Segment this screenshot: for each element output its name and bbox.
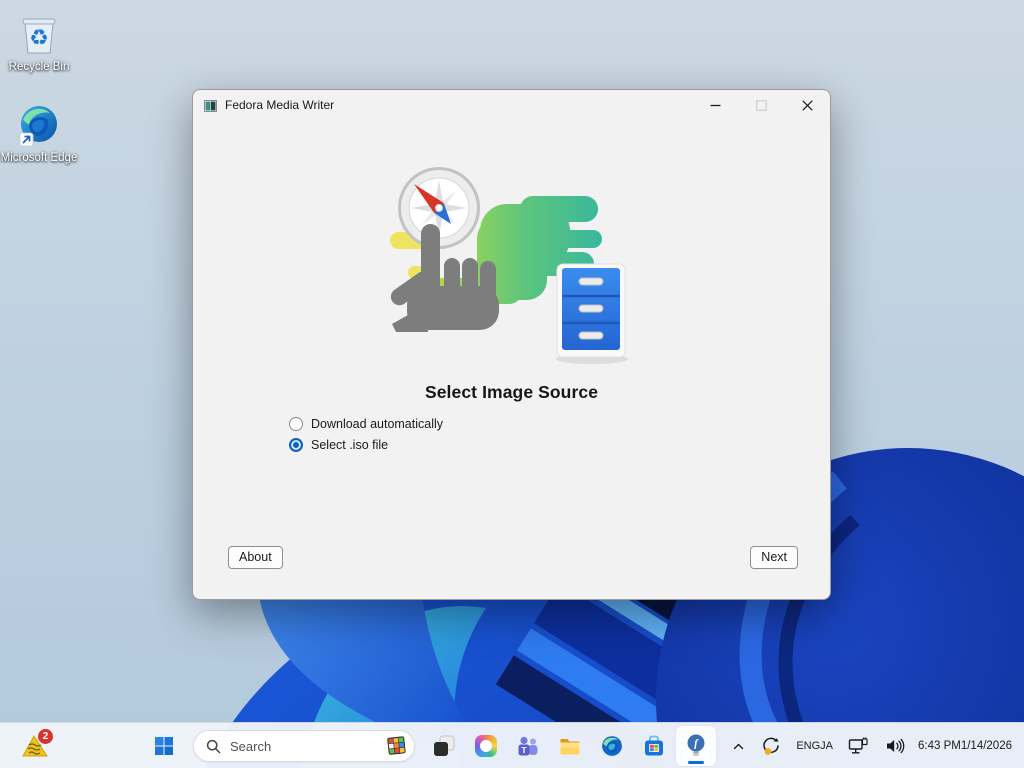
- page-title: Select Image Source: [193, 382, 830, 403]
- maximize-icon: [756, 100, 767, 111]
- taskbar-app-file-explorer[interactable]: [550, 726, 590, 766]
- window-title: Fedora Media Writer: [225, 98, 334, 112]
- teams-icon: T: [516, 734, 540, 758]
- active-app-indicator: [688, 761, 704, 764]
- widgets-button[interactable]: 2: [14, 726, 58, 766]
- next-button[interactable]: Next: [750, 546, 798, 569]
- taskbar-app-task-view[interactable]: [424, 726, 464, 766]
- taskbar-app-copilot[interactable]: [466, 726, 506, 766]
- search-icon: [206, 739, 221, 754]
- radio-circle-icon: [289, 438, 303, 452]
- tray-volume-button[interactable]: [879, 727, 911, 765]
- task-view-icon: [432, 734, 456, 758]
- taskbar-app-teams[interactable]: T: [508, 726, 548, 766]
- tray-date: 1/14/2026: [961, 739, 1012, 753]
- tray-network-button[interactable]: [842, 727, 874, 765]
- close-icon: [802, 100, 813, 111]
- tray-time: 6:43 PM: [918, 739, 961, 753]
- ethernet-network-icon: [847, 736, 869, 756]
- desktop-icon-recycle-bin[interactable]: ♻ Recycle Bin: [0, 10, 78, 74]
- image-source-options: Download automatically Select .iso file: [289, 417, 443, 452]
- radio-label: Download automatically: [311, 417, 443, 431]
- update-pending-icon: [760, 735, 782, 757]
- tray-language-indicator[interactable]: ENG JA: [792, 727, 837, 765]
- file-explorer-icon: [558, 734, 582, 758]
- language-line1: ENG: [796, 740, 820, 753]
- radio-select-iso-file[interactable]: Select .iso file: [289, 438, 443, 452]
- minimize-button[interactable]: [692, 90, 738, 120]
- tray-chevron-button[interactable]: [727, 727, 750, 765]
- svg-text:♻: ♻: [29, 25, 49, 50]
- recycle-bin-icon: ♻: [15, 10, 63, 58]
- drawer-cabinet-art: [556, 264, 628, 364]
- speaker-icon: [884, 736, 906, 756]
- search-placeholder: Search: [230, 739, 376, 754]
- copilot-icon: [475, 735, 497, 757]
- edge-icon: [600, 734, 624, 758]
- language-line2: JA: [820, 740, 833, 753]
- desktop-icon-label: Microsoft Edge: [1, 152, 78, 165]
- select-source-illustration: [382, 160, 642, 372]
- app-window-icon: [204, 99, 217, 111]
- search-highlight-cube-icon: [385, 734, 409, 758]
- notification-badge: 2: [38, 729, 53, 744]
- start-button[interactable]: [144, 726, 184, 766]
- microsoft-store-icon: [642, 734, 666, 758]
- desktop-icon-microsoft-edge[interactable]: Microsoft Edge: [0, 103, 78, 165]
- tray-update-button[interactable]: [755, 727, 787, 765]
- search-box[interactable]: Search: [193, 730, 415, 762]
- edge-icon: [16, 103, 62, 149]
- chevron-up-icon: [732, 740, 745, 753]
- taskbar-center: Search: [144, 723, 716, 768]
- fedora-media-writer-window: Fedora Media Writer: [192, 89, 831, 600]
- titlebar-drag-area[interactable]: [334, 90, 692, 120]
- tray-clock[interactable]: 6:43 PM 1/14/2026: [916, 727, 1018, 765]
- radio-circle-icon: [289, 417, 303, 431]
- svg-text:T: T: [521, 745, 527, 755]
- windows-logo-icon: [154, 736, 174, 756]
- fedora-media-writer-icon: f: [684, 733, 708, 759]
- window-titlebar[interactable]: Fedora Media Writer: [193, 90, 830, 120]
- taskbar: 2 Search: [0, 722, 1024, 768]
- taskbar-app-store[interactable]: [634, 726, 674, 766]
- maximize-button[interactable]: [738, 90, 784, 120]
- radio-download-automatically[interactable]: Download automatically: [289, 417, 443, 431]
- desktop-icon-label: Recycle Bin: [9, 61, 70, 74]
- radio-label: Select .iso file: [311, 438, 388, 452]
- taskbar-app-fedora-media-writer[interactable]: f: [676, 726, 716, 766]
- close-button[interactable]: [784, 90, 830, 120]
- window-content: Select Image Source Download automatical…: [193, 120, 830, 599]
- minimize-icon: [710, 100, 721, 111]
- system-tray: ENG JA 6:43 PM 1/14/2026: [727, 723, 1018, 768]
- taskbar-app-edge[interactable]: [592, 726, 632, 766]
- about-button[interactable]: About: [228, 546, 283, 569]
